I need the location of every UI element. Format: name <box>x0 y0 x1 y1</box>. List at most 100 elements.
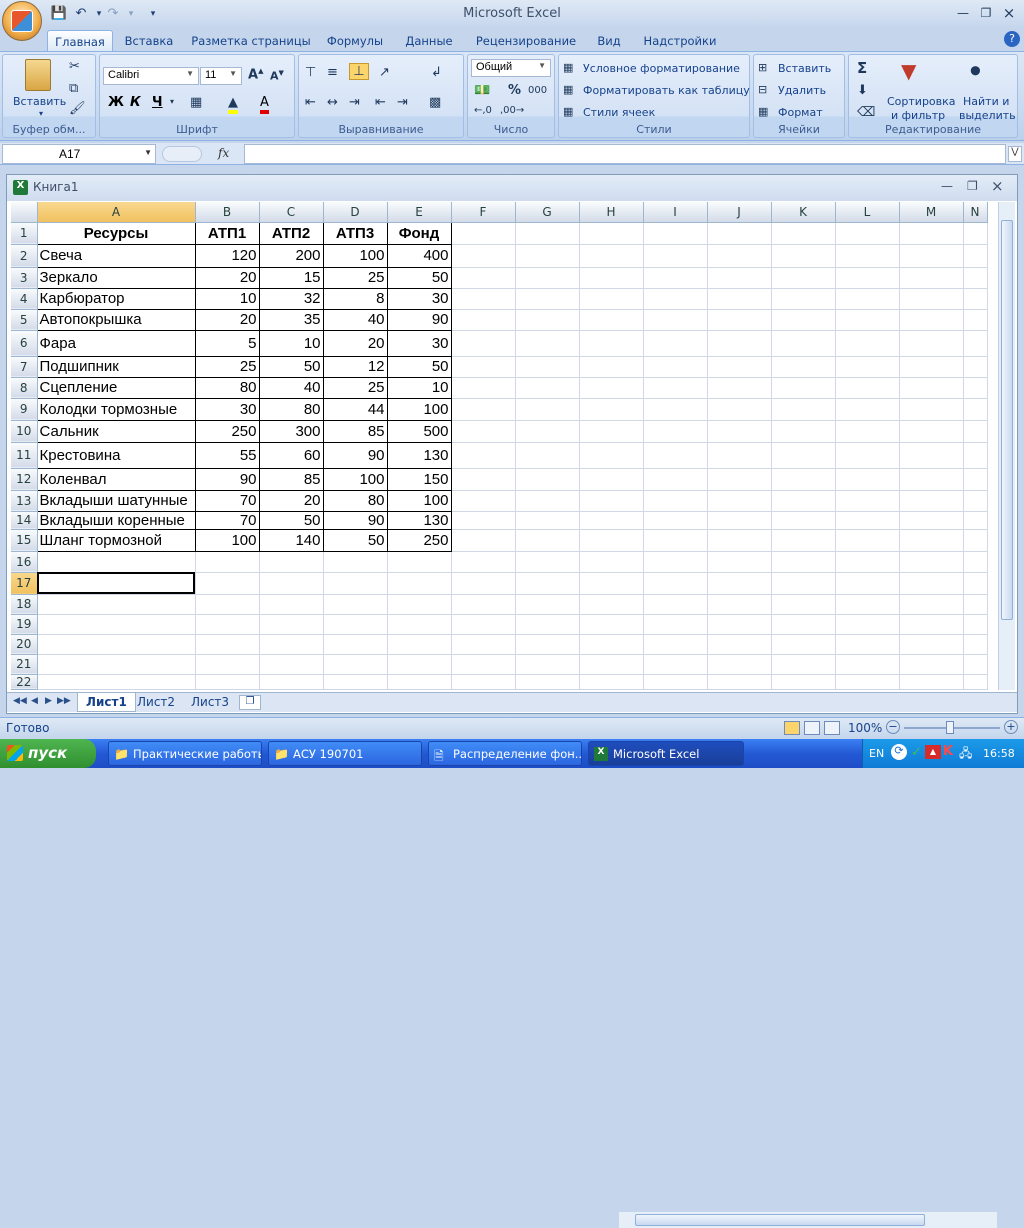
cell[interactable] <box>515 468 580 491</box>
cell[interactable] <box>643 244 708 268</box>
tab-page-layout[interactable]: Разметка страницы <box>188 30 314 52</box>
row-header[interactable]: 6 <box>11 330 38 357</box>
cell[interactable] <box>195 654 260 675</box>
cell[interactable] <box>899 330 964 357</box>
value-cell[interactable]: 300 <box>258 419 324 443</box>
cell[interactable] <box>771 634 836 655</box>
cell[interactable] <box>451 468 516 491</box>
value-cell[interactable]: 20 <box>194 308 260 331</box>
sheet-nav-first-icon[interactable]: ◀◀ <box>13 696 27 706</box>
tray-security-icon[interactable]: ✓ <box>911 745 922 760</box>
cell[interactable] <box>707 377 772 399</box>
normal-view-icon[interactable] <box>784 721 800 735</box>
cell[interactable] <box>195 614 260 635</box>
cell[interactable] <box>643 572 708 595</box>
taskbar-item-excel[interactable]: X Microsoft Excel <box>588 741 744 766</box>
cell[interactable] <box>771 529 836 552</box>
column-header[interactable]: M <box>899 202 964 223</box>
cell[interactable] <box>963 594 988 615</box>
cell[interactable] <box>451 614 516 635</box>
cell[interactable] <box>643 594 708 615</box>
value-cell[interactable]: 70 <box>194 510 260 530</box>
column-header[interactable]: J <box>707 202 772 223</box>
column-header[interactable]: D <box>323 202 388 223</box>
cell[interactable] <box>195 572 260 595</box>
cell[interactable] <box>835 244 900 268</box>
value-cell[interactable]: 40 <box>322 308 388 331</box>
cell[interactable] <box>387 614 452 635</box>
cell[interactable] <box>899 490 964 512</box>
cell[interactable] <box>579 634 644 655</box>
cell[interactable] <box>707 244 772 268</box>
cell[interactable] <box>451 288 516 310</box>
cell[interactable] <box>771 674 836 690</box>
taskbar-item-practical-works[interactable]: 📁 Практические работы <box>108 741 262 766</box>
redo-icon[interactable]: ↷ <box>104 5 122 23</box>
cell[interactable] <box>835 420 900 443</box>
cell[interactable] <box>963 377 988 399</box>
value-cell[interactable]: 90 <box>386 308 452 331</box>
value-cell[interactable]: 44 <box>322 397 388 421</box>
cell[interactable] <box>643 330 708 357</box>
value-cell[interactable]: 140 <box>258 528 324 552</box>
cell[interactable] <box>899 377 964 399</box>
cell[interactable] <box>515 511 580 530</box>
cell[interactable] <box>37 674 196 690</box>
cell[interactable] <box>643 511 708 530</box>
value-cell[interactable]: 25 <box>322 376 388 399</box>
value-cell[interactable]: 50 <box>322 528 388 552</box>
align-right-icon[interactable]: ⇥ <box>349 95 360 110</box>
cell[interactable] <box>515 222 580 245</box>
decrease-indent-icon[interactable]: ⇤ <box>375 95 386 110</box>
close-icon[interactable]: × <box>998 4 1020 22</box>
find-select-button-line2[interactable]: выделить <box>959 109 1016 122</box>
tab-data[interactable]: Данные <box>396 30 462 52</box>
cell-styles-button[interactable]: Стили ячеек <box>583 106 655 119</box>
cell[interactable] <box>643 614 708 635</box>
cell[interactable] <box>835 442 900 469</box>
cell[interactable] <box>771 309 836 331</box>
cell[interactable] <box>771 288 836 310</box>
borders-icon[interactable]: ▦ <box>190 95 202 110</box>
cell[interactable] <box>835 614 900 635</box>
cell[interactable] <box>579 377 644 399</box>
font-size-select[interactable]: 11 ▼ <box>200 67 242 85</box>
cell[interactable] <box>707 551 772 573</box>
cell[interactable] <box>515 614 580 635</box>
resource-name-cell[interactable]: Крестовина <box>36 441 196 469</box>
cell[interactable] <box>323 594 388 615</box>
column-header[interactable]: A <box>37 202 196 223</box>
value-cell[interactable]: 50 <box>386 355 452 378</box>
cell[interactable] <box>835 288 900 310</box>
tray-antivirus-icon[interactable]: ▲ <box>925 745 941 759</box>
cell[interactable] <box>515 674 580 690</box>
taskbar-item-asu[interactable]: 📁 АСУ 190701 <box>268 741 422 766</box>
increase-decimal-icon[interactable]: ←,0 <box>474 105 492 116</box>
cell[interactable] <box>707 330 772 357</box>
align-top-icon[interactable]: ⊤ <box>305 65 316 80</box>
cell[interactable] <box>963 356 988 378</box>
cell[interactable] <box>835 594 900 615</box>
value-cell[interactable]: 40 <box>258 376 324 399</box>
resource-name-cell[interactable]: Автопокрышка <box>36 308 196 331</box>
cell[interactable] <box>707 442 772 469</box>
value-cell[interactable]: 25 <box>194 355 260 378</box>
cell[interactable] <box>451 511 516 530</box>
sheet-nav-last-icon[interactable]: ▶▶ <box>57 696 71 706</box>
tray-k-icon[interactable]: K <box>943 744 953 759</box>
cell[interactable] <box>963 551 988 573</box>
table-header-cell[interactable]: Фонд <box>386 221 452 245</box>
cell[interactable] <box>899 654 964 675</box>
value-cell[interactable]: 80 <box>322 489 388 512</box>
sort-filter-button-line2[interactable]: и фильтр <box>891 109 945 122</box>
value-cell[interactable]: 5 <box>194 329 260 357</box>
horizontal-scroll-thumb[interactable] <box>635 1214 925 1226</box>
cell[interactable] <box>771 420 836 443</box>
cell[interactable] <box>515 634 580 655</box>
cell[interactable] <box>771 511 836 530</box>
resource-name-cell[interactable]: Фара <box>36 329 196 357</box>
paste-dropdown-icon[interactable]: ▾ <box>39 109 43 118</box>
cell[interactable] <box>835 634 900 655</box>
cell[interactable] <box>707 634 772 655</box>
column-header[interactable]: K <box>771 202 836 223</box>
